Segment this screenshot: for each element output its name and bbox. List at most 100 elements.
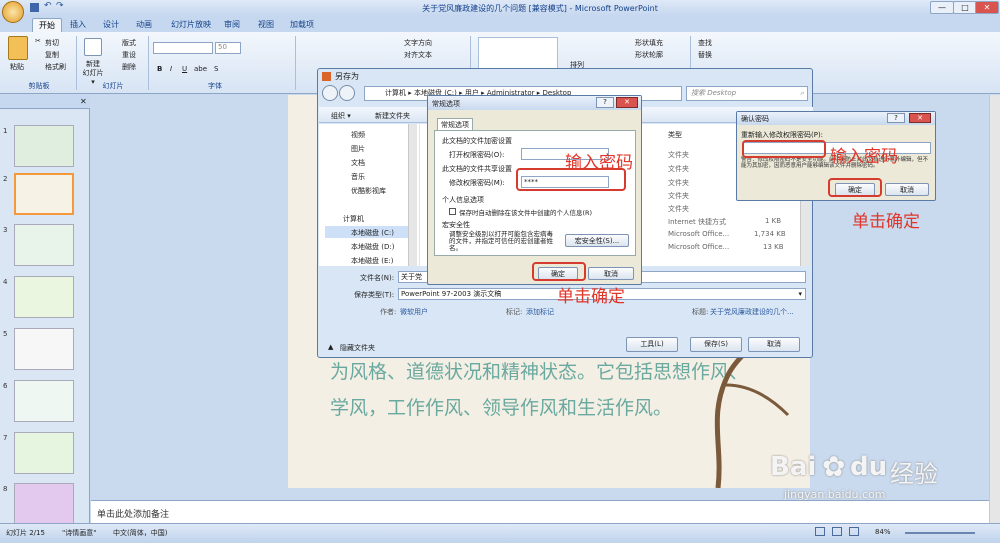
text-direction-button[interactable]: 文字方向	[404, 38, 432, 48]
nav-item-youku[interactable]: 优酷影视库	[351, 186, 386, 196]
nav-item-d-drive[interactable]: 本地磁盘 (D:)	[351, 242, 394, 252]
privacy-checkbox-label: 保存时自动删除在该文件中创建的个人信息(R)	[459, 209, 593, 217]
shape-fill-button[interactable]: 形状填充	[635, 38, 663, 48]
privacy-checkbox[interactable]	[449, 208, 456, 215]
file-type: 文件夹	[668, 151, 689, 159]
save-icon[interactable]	[30, 3, 39, 12]
font-size-select[interactable]: 50	[215, 42, 241, 54]
options-cancel-button[interactable]: 取消	[588, 267, 634, 280]
view-slideshow-icon[interactable]	[849, 527, 859, 536]
minimize-button[interactable]: —	[930, 1, 954, 14]
cancel-button[interactable]: 取消	[748, 337, 800, 352]
paw-icon: ✿	[822, 450, 846, 483]
view-sorter-icon[interactable]	[832, 527, 842, 536]
redo-icon[interactable]: ↷	[56, 1, 64, 11]
font-name-select[interactable]	[153, 42, 213, 54]
collapse-icon[interactable]: ▲	[328, 343, 333, 351]
macro-security-button[interactable]: 宏安全性(S)...	[565, 234, 629, 247]
reset-button[interactable]: 重设	[122, 50, 136, 60]
author-value[interactable]: 微软用户	[400, 307, 428, 317]
slide-thumbnail[interactable]	[14, 328, 74, 370]
tab-addins[interactable]: 加载项	[284, 18, 320, 32]
replace-button[interactable]: 替换	[698, 50, 712, 60]
zoom-slider[interactable]	[905, 532, 975, 534]
macro-description: 调整安全级别以打开可能包含宏病毒的文件，并指定可信任的宏创建者姓名。	[449, 230, 553, 252]
tab-view[interactable]: 视图	[252, 18, 280, 32]
new-folder-button[interactable]: 新建文件夹	[375, 111, 410, 121]
slide-thumbnail[interactable]	[14, 173, 74, 215]
nav-item-e-drive[interactable]: 本地磁盘 (E:)	[351, 256, 393, 265]
italic-button[interactable]: I	[170, 65, 172, 73]
confirm-help-button[interactable]: ?	[887, 113, 905, 123]
align-text-button[interactable]: 对齐文本	[404, 50, 432, 60]
new-slide-icon[interactable]	[84, 38, 102, 56]
status-slide-count: 幻灯片 2/15	[6, 529, 45, 537]
group-label-clipboard: 剪贴板	[28, 82, 50, 90]
shape-outline-button[interactable]: 形状轮廓	[635, 50, 663, 60]
shadow-button[interactable]: S	[214, 65, 218, 73]
paste-icon[interactable]	[8, 36, 28, 60]
tab-insert[interactable]: 插入	[64, 18, 92, 32]
breadcrumb-item[interactable]: 计算机	[385, 89, 406, 97]
organize-button[interactable]: 组织 ▾	[331, 111, 351, 121]
tab-home[interactable]: 开始	[32, 18, 62, 32]
close-button[interactable]: ✕	[975, 1, 999, 14]
nav-item-pictures[interactable]: 图片	[351, 144, 365, 154]
maximize-button[interactable]: □	[953, 1, 977, 14]
help-button[interactable]: ?	[596, 97, 614, 108]
delete-button[interactable]: 删除	[122, 62, 136, 72]
notes-pane[interactable]: 单击此处添加备注	[91, 500, 989, 523]
tools-button[interactable]: 工具(L)	[626, 337, 678, 352]
office-button[interactable]	[2, 1, 24, 23]
tab-animation[interactable]: 动画	[130, 18, 158, 32]
options-close-button[interactable]: ✕	[616, 97, 638, 108]
forward-button[interactable]	[339, 85, 355, 101]
file-type: 文件夹	[668, 165, 689, 173]
slide-thumbnail[interactable]	[14, 125, 74, 167]
paste-button[interactable]: 粘贴	[10, 62, 24, 72]
tab-review[interactable]: 审阅	[218, 18, 246, 32]
shapes-gallery[interactable]	[478, 37, 558, 69]
column-header-type[interactable]: 类型	[668, 130, 682, 140]
slide-thumbnail[interactable]	[14, 380, 74, 422]
cut-button[interactable]: 剪切	[45, 38, 59, 48]
hide-folders-link[interactable]: 隐藏文件夹	[340, 343, 375, 353]
panel-close-icon[interactable]: ✕	[80, 97, 87, 106]
file-type: Microsoft Office...	[668, 230, 730, 238]
tags-value[interactable]: 添加标记	[526, 307, 554, 317]
view-normal-icon[interactable]	[815, 527, 825, 536]
vertical-scrollbar[interactable]	[989, 95, 1000, 523]
confirm-close-button[interactable]: ✕	[909, 113, 931, 123]
nav-item-music[interactable]: 音乐	[351, 172, 365, 182]
navigation-pane: 视频 图片 文档 音乐 优酷影视库 计算机 本地磁盘 (C:) 本地磁盘 (D:…	[319, 124, 419, 266]
bold-button[interactable]: B	[157, 65, 162, 73]
slide-text-line: 学风，工作作风、领导作风和生活作风。	[330, 397, 673, 419]
strikethrough-button[interactable]: abe	[194, 65, 207, 73]
format-painter-button[interactable]: 格式刷	[45, 62, 66, 72]
search-input[interactable]: 搜索 Desktop ⌕	[686, 86, 808, 101]
copy-button[interactable]: 复制	[45, 50, 59, 60]
save-button[interactable]: 保存(S)	[690, 337, 742, 352]
share-section-label: 此文档的文件共享设置	[442, 165, 512, 173]
nav-item-videos[interactable]: 视频	[351, 130, 365, 140]
confirm-cancel-button[interactable]: 取消	[885, 183, 929, 196]
file-size: 1,734 KB	[754, 230, 786, 238]
nav-item-documents[interactable]: 文档	[351, 158, 365, 168]
slide-thumbnail[interactable]	[14, 276, 74, 318]
undo-icon[interactable]: ↶	[44, 1, 52, 11]
nav-item-computer[interactable]: 计算机	[343, 214, 364, 224]
doc-title-value[interactable]: 关于党风廉政建设的几个...	[710, 307, 794, 317]
layout-button[interactable]: 版式	[122, 38, 136, 48]
nav-scrollbar[interactable]	[408, 124, 417, 266]
slide-thumbnail[interactable]	[14, 224, 74, 266]
save-type-label: 保存类型(T):	[354, 291, 395, 299]
tab-slideshow[interactable]: 幻灯片放映	[165, 18, 217, 32]
find-button[interactable]: 查找	[698, 38, 712, 48]
back-button[interactable]	[322, 85, 338, 101]
confirm-prompt: 重新输入修改权限密码(P):	[741, 131, 824, 139]
slide-thumbnail[interactable]	[14, 432, 74, 474]
nav-item-c-drive[interactable]: 本地磁盘 (C:)	[351, 228, 394, 238]
slide-thumbnail[interactable]	[14, 483, 74, 525]
underline-button[interactable]: U	[182, 65, 187, 73]
tab-design[interactable]: 设计	[97, 18, 125, 32]
